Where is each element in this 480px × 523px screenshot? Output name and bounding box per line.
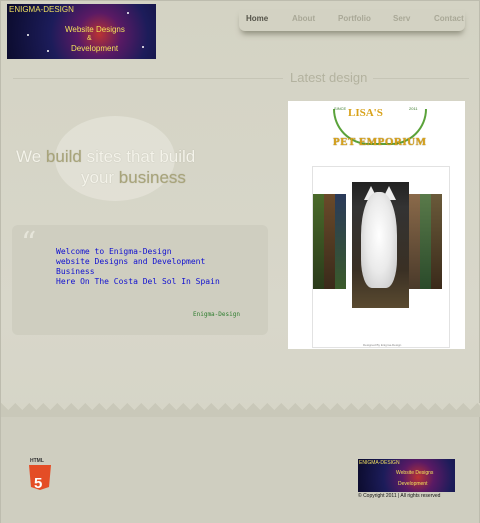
latest-design-heading: Latest design <box>290 70 368 85</box>
preview-subtitle: PET EMPORIUM <box>333 136 427 148</box>
html5-number: 5 <box>34 475 43 492</box>
cat-photo <box>352 182 409 308</box>
welcome-text: Welcome to Enigma-Design website Designs… <box>56 247 220 286</box>
nav-about[interactable]: About <box>292 14 315 23</box>
tagline-word: your <box>81 168 119 187</box>
footer-logo-line2: Development <box>398 481 428 487</box>
html5-shield-icon: 5 <box>29 465 51 490</box>
nav-services[interactable]: Serv <box>393 14 410 23</box>
preview-badge-since: SINCE <box>334 106 347 111</box>
tagline-highlight: business <box>118 168 186 187</box>
cat-body <box>361 192 397 288</box>
html5-badge[interactable]: HTML 5 <box>29 458 51 492</box>
site-logo[interactable]: ENIGMA-DESIGN Website Designs & Developm… <box>7 4 156 59</box>
star-dot <box>127 12 129 14</box>
footer-logo-name: ENIGMA-DESIGN <box>359 460 400 466</box>
star-dot <box>27 34 29 36</box>
preview-footer: Designed By Enigma-Design <box>363 343 402 347</box>
quote-mark-icon: “ <box>21 226 37 261</box>
quote-signature: Enigma-Design <box>193 311 240 318</box>
star-dot <box>47 50 49 52</box>
divider <box>13 78 283 79</box>
star-dot <box>142 46 144 48</box>
copyright-text: © Copyright 2011 | All rights reserved <box>358 493 441 499</box>
gallery-strip <box>324 194 335 289</box>
footer-logo[interactable]: ENIGMA-DESIGN Website Designs Developmen… <box>358 459 455 492</box>
nav-home[interactable]: Home <box>246 14 268 23</box>
tagline-word: We <box>16 147 46 166</box>
gallery-strip <box>313 194 324 289</box>
footer-logo-line1: Website Designs <box>396 470 434 476</box>
gallery-strip <box>431 194 442 289</box>
gallery-strip <box>409 194 420 289</box>
preview-title: LISA'S <box>348 107 383 119</box>
tagline-line1: We build sites that build <box>16 147 195 167</box>
html5-label: HTML <box>30 458 44 464</box>
main-nav: Home About Portfolio Serv Contact <box>239 9 465 31</box>
gallery-strip <box>335 194 346 289</box>
zigzag-divider <box>1 403 480 417</box>
nav-portfolio[interactable]: Portfolio <box>338 14 371 23</box>
nav-contact[interactable]: Contact <box>434 14 464 23</box>
gallery-strip <box>420 194 431 289</box>
tagline-highlight: build <box>45 147 82 166</box>
tagline-line2: your business <box>81 168 186 188</box>
logo-name: ENIGMA-DESIGN <box>9 5 74 14</box>
page: ENIGMA-DESIGN Website Designs & Developm… <box>0 0 480 523</box>
tagline-word: sites that build <box>81 147 196 166</box>
welcome-quote-box: “ Welcome to Enigma-Design website Desig… <box>12 225 268 335</box>
preview-badge-year: 2011 <box>409 106 418 111</box>
logo-line1: Website Designs <box>65 25 125 34</box>
latest-design-preview[interactable]: SINCE 2011 LISA'S PET EMPORIUM Designed … <box>288 101 465 349</box>
divider <box>373 78 469 79</box>
logo-line3: Development <box>71 44 119 53</box>
logo-line2: & <box>87 35 92 42</box>
